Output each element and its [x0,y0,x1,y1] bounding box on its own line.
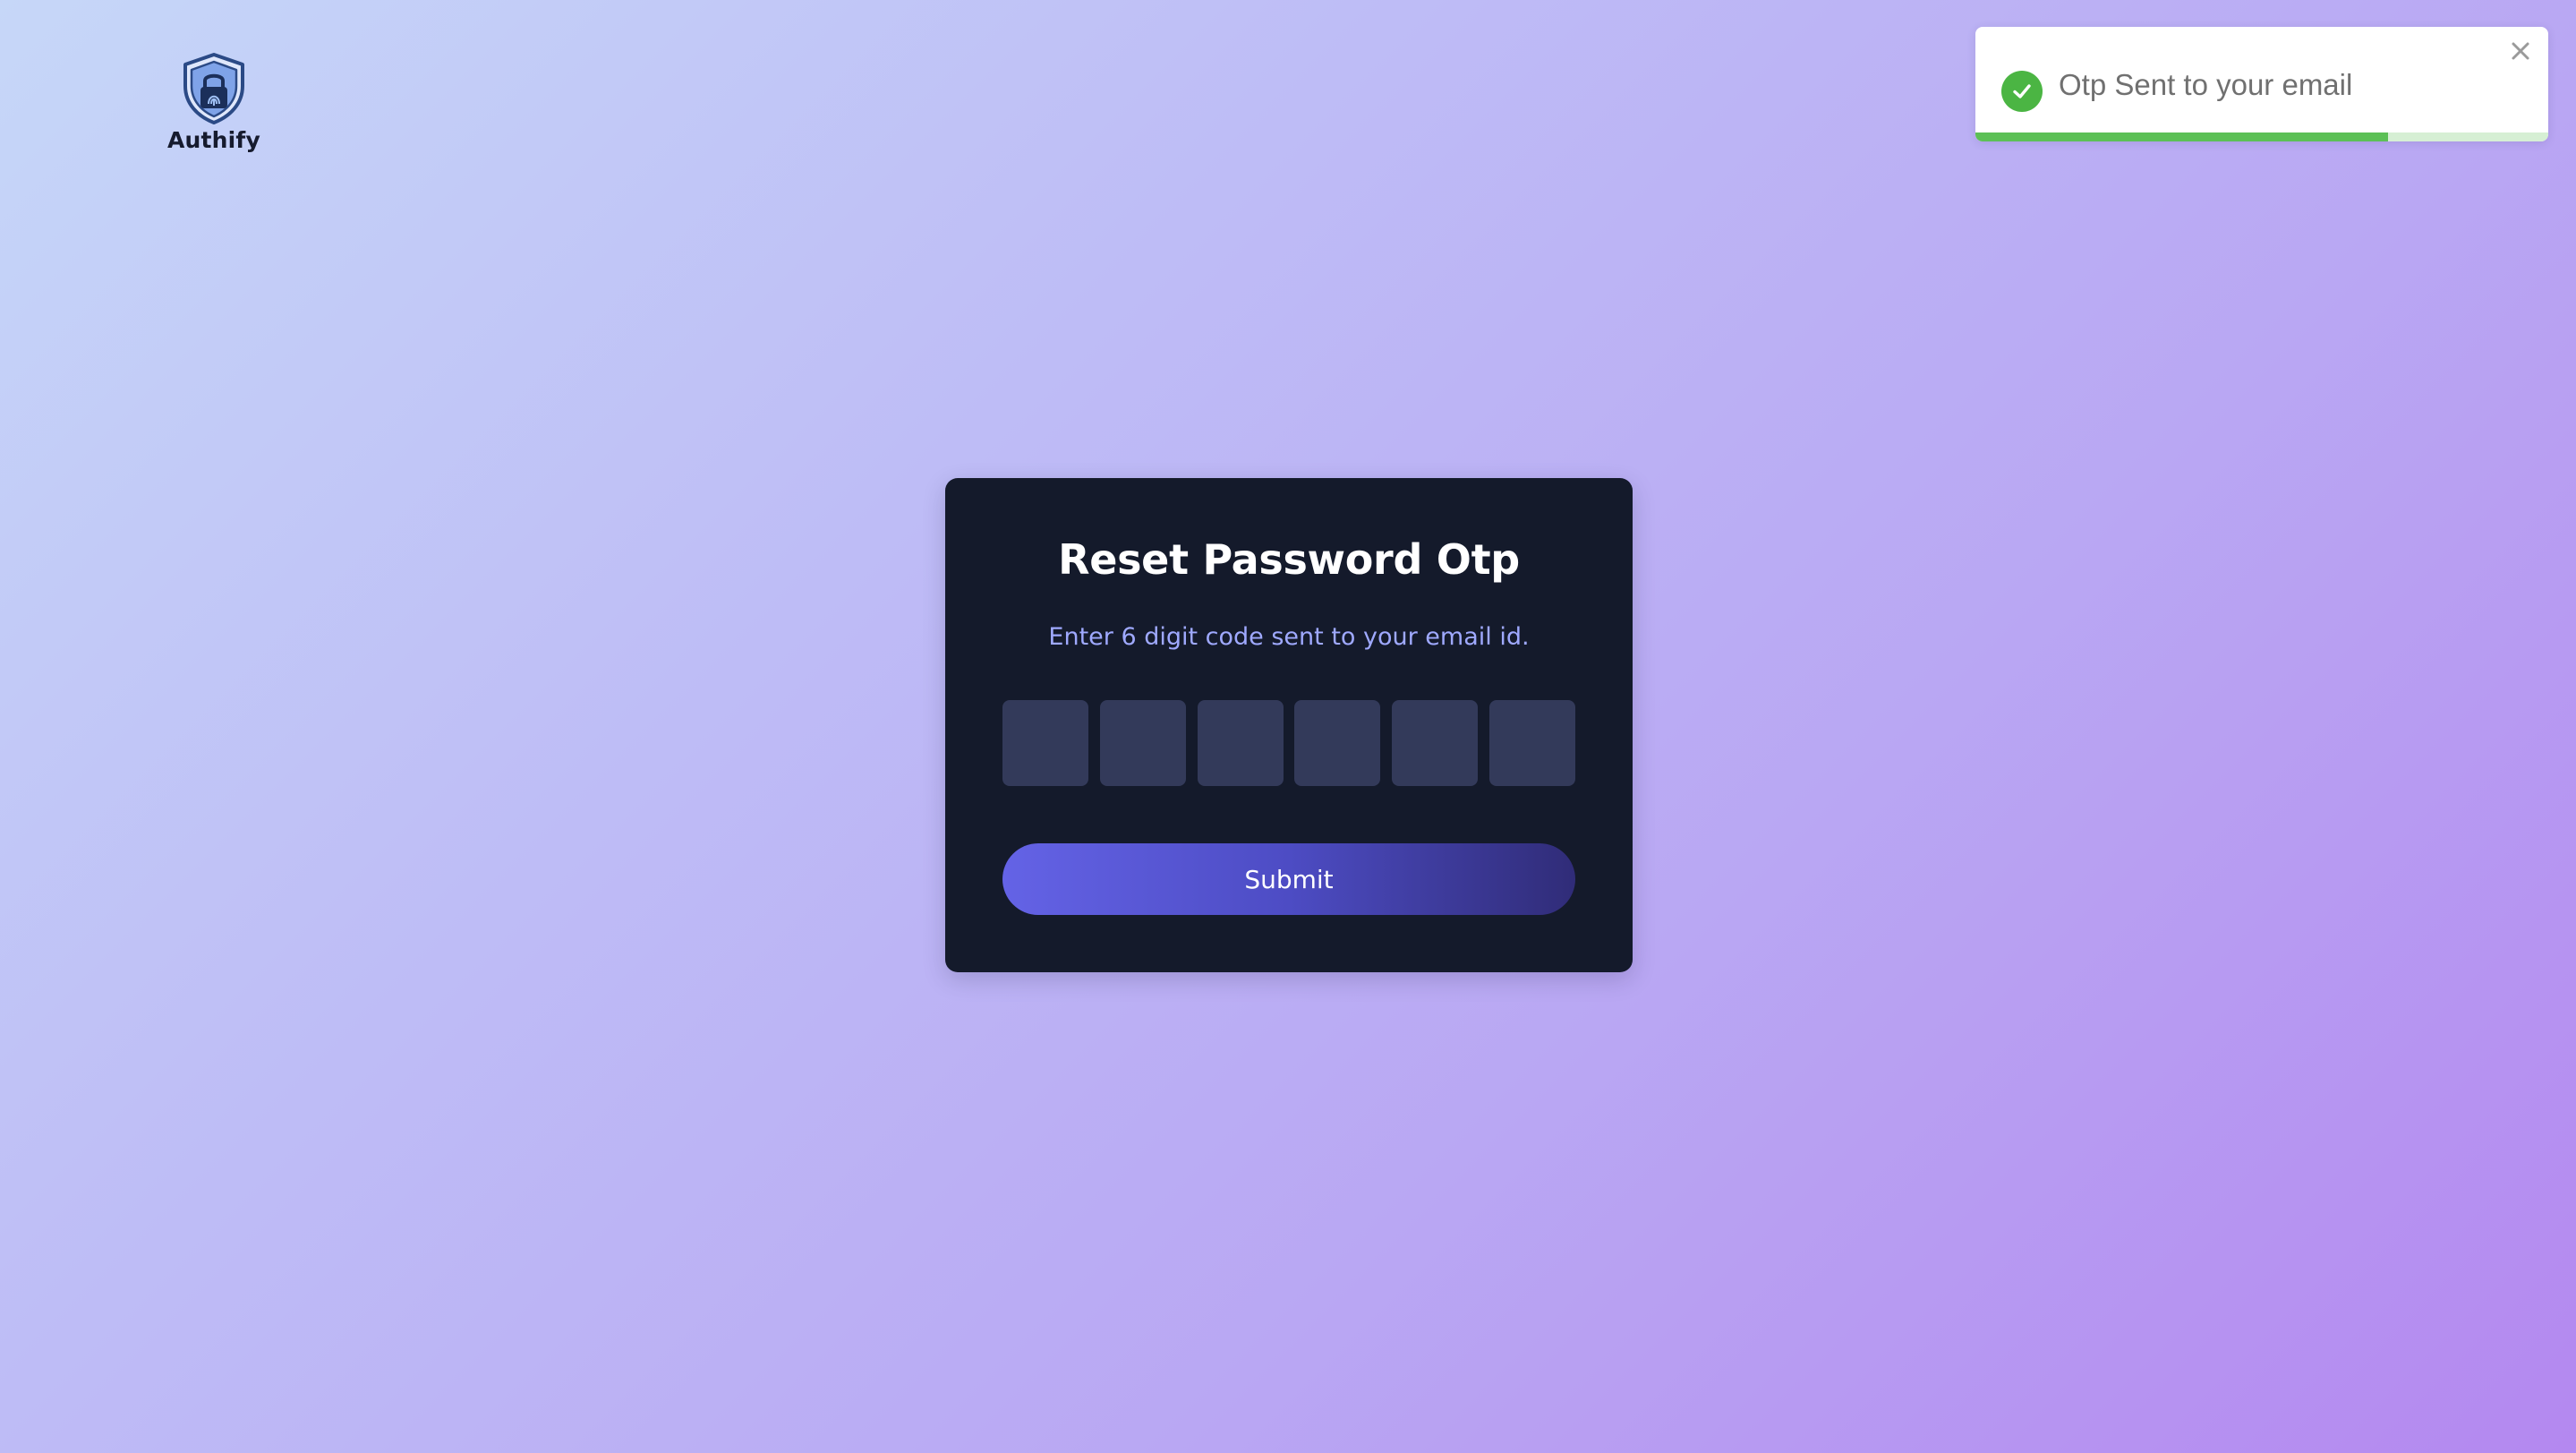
otp-digit-1[interactable] [1002,700,1088,786]
toast-notification: Otp Sent to your email [1975,27,2548,141]
reset-password-otp-card: Reset Password Otp Enter 6 digit code se… [945,478,1633,972]
app-logo[interactable]: Authify [166,52,261,153]
logo-text: Authify [166,127,261,153]
otp-digit-5[interactable] [1392,700,1479,786]
close-icon[interactable] [2505,36,2536,66]
submit-button[interactable]: Submit [1002,843,1575,915]
otp-digit-2[interactable] [1099,700,1186,786]
shield-lock-icon [183,53,244,124]
otp-digit-4[interactable] [1294,700,1381,786]
page-title: Reset Password Otp [1058,535,1520,584]
check-circle-icon [2001,71,2043,112]
instruction-text: Enter 6 digit code sent to your email id… [1048,623,1530,651]
otp-input-group [1002,700,1575,786]
toast-message: Otp Sent to your email [2059,68,2353,101]
toast-progress-track [1975,132,2548,141]
toast-progress-bar [1975,132,2388,141]
otp-digit-6[interactable] [1488,700,1575,786]
otp-digit-3[interactable] [1197,700,1284,786]
